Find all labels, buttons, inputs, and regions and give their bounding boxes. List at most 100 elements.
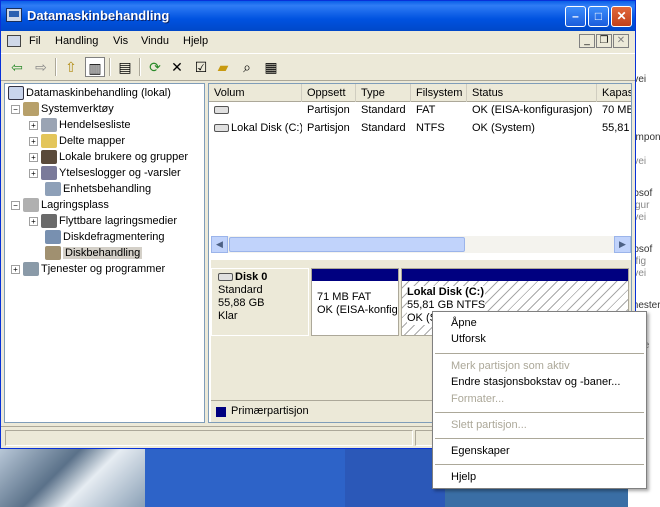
tree-item-local-users[interactable]: + Lokale brukere og grupper — [29, 149, 188, 165]
computer-icon — [6, 8, 22, 22]
desktop-wallpaper-image — [0, 448, 145, 507]
expand-icon[interactable]: + — [11, 264, 20, 274]
menu-help[interactable]: Hjelp — [183, 35, 208, 47]
menu-action[interactable]: Handling — [55, 35, 98, 47]
horizontal-scrollbar[interactable]: ◀ ▶ — [211, 236, 631, 253]
collapse-icon[interactable]: − — [11, 104, 20, 114]
back-arrow-icon[interactable]: ⇦ — [7, 57, 27, 77]
tree-item-root[interactable]: Datamaskinbehandling (lokal) — [8, 85, 171, 101]
toolbar: ⇦ ⇨ ⇧ ▥ ▤ ⟳ ✕ ☑ ▰ ⌕ ▦ — [1, 53, 635, 81]
table-row[interactable]: Partisjon Standard FAT OK (EISA-konfigur… — [209, 102, 631, 119]
menu-file[interactable]: Fil — [29, 35, 41, 47]
tree-item-shared-folders[interactable]: + Delte mapper — [29, 133, 125, 149]
shared-folder-icon — [41, 134, 57, 149]
primary-partition-swatch — [216, 407, 226, 417]
expand-icon[interactable]: + — [29, 136, 38, 146]
partition-title: Lokal Disk (C:) — [407, 286, 486, 299]
tree-item-device-manager[interactable]: Enhetsbehandling — [42, 181, 151, 197]
check-icon[interactable]: ☑ — [191, 57, 211, 77]
menu-item-properties[interactable]: Egenskaper — [451, 445, 510, 457]
primary-partition-bar — [312, 269, 398, 281]
scroll-right-icon[interactable]: ▶ — [614, 236, 631, 253]
device-manager-icon — [45, 182, 61, 197]
child-close-button[interactable]: ✕ — [613, 34, 629, 48]
column-header-type[interactable]: Type — [356, 84, 411, 102]
forward-arrow-icon[interactable]: ⇨ — [31, 57, 51, 77]
column-header-volume[interactable]: Volum — [209, 84, 302, 102]
volume-icon — [214, 124, 229, 133]
tree-item-performance-logs[interactable]: + Ytelseslogger og -varsler — [29, 165, 181, 181]
close-button[interactable]: ✕ — [611, 6, 632, 27]
toolbar-separator — [109, 58, 111, 76]
menu-item-change-drive-letter[interactable]: Endre stasjonsbokstav og -baner... — [451, 376, 620, 388]
tree-item-removable-storage[interactable]: + Flyttbare lagringsmedier — [29, 213, 177, 229]
menu-window[interactable]: Vindu — [141, 35, 169, 47]
users-icon — [41, 150, 57, 165]
menu-item-delete-partition[interactable]: Slett partisjon... — [451, 419, 527, 431]
menu-item-help[interactable]: Hjelp — [451, 471, 476, 483]
partition-fat[interactable]: 71 MB FAT OK (EISA-konfig — [311, 268, 399, 336]
storage-icon — [23, 198, 39, 213]
tree-item-disk-defragmenter[interactable]: Diskdefragmentering — [42, 229, 165, 245]
event-viewer-icon — [41, 118, 57, 133]
column-header-filesystem[interactable]: Filsystem — [411, 84, 467, 102]
collapse-icon[interactable]: − — [11, 200, 20, 210]
disk-icon — [218, 273, 233, 282]
defrag-icon — [45, 230, 61, 245]
tree-item-label: Datamaskinbehandling (lokal) — [26, 87, 171, 99]
expand-icon[interactable]: + — [29, 168, 38, 178]
menu-separator — [435, 438, 644, 439]
partition-size: 71 MB FAT — [317, 291, 372, 303]
performance-icon — [41, 166, 57, 181]
tree-item-disk-management[interactable]: Diskbehandling — [42, 245, 143, 261]
toolbar-separator — [55, 58, 57, 76]
delete-icon[interactable]: ✕ — [167, 57, 187, 77]
tree-item-system-tools[interactable]: − Systemverktøy — [11, 101, 114, 117]
up-folder-icon[interactable]: ⇧ — [61, 57, 81, 77]
menu-item-format[interactable]: Formater... — [451, 393, 504, 405]
column-header-layout[interactable]: Oppsett — [302, 84, 356, 102]
tree-item-services-applications[interactable]: + Tjenester og programmer — [11, 261, 165, 277]
title-bar[interactable]: Datamaskinbehandling – □ ✕ — [1, 1, 635, 31]
status-bar-panel — [5, 430, 413, 446]
console-tree: Datamaskinbehandling (lokal) − Systemverk… — [4, 83, 205, 423]
search-icon[interactable]: ⌕ — [237, 57, 257, 77]
open-folder-icon[interactable]: ▰ — [213, 57, 233, 77]
window-title: Datamaskinbehandling — [27, 8, 170, 23]
tools-icon — [23, 102, 39, 117]
menu-view[interactable]: Vis — [113, 35, 128, 47]
minimize-button[interactable]: – — [565, 6, 586, 27]
disk-properties-icon[interactable]: ▦ — [261, 57, 281, 77]
toolbar-separator — [139, 58, 141, 76]
child-restore-button[interactable]: ❐ — [596, 34, 612, 48]
tree-item-storage[interactable]: − Lagringsplass — [11, 197, 109, 213]
expand-icon[interactable]: + — [29, 120, 38, 130]
menu-item-mark-active[interactable]: Merk partisjon som aktiv — [451, 360, 570, 372]
maximize-button[interactable]: □ — [588, 6, 609, 27]
table-row[interactable]: Lokal Disk (C:) Partisjon Standard NTFS … — [209, 120, 631, 137]
expand-icon[interactable]: + — [29, 216, 38, 226]
services-icon — [23, 262, 39, 277]
system-menu-icon[interactable] — [7, 35, 21, 47]
properties-icon[interactable]: ▤ — [115, 57, 135, 77]
expand-icon[interactable]: + — [29, 152, 38, 162]
child-minimize-button[interactable]: _ — [579, 34, 595, 48]
volume-icon — [214, 106, 229, 115]
scrollbar-thumb[interactable] — [229, 237, 465, 252]
show-hide-tree-icon[interactable]: ▥ — [85, 57, 105, 77]
context-menu: Åpne Utforsk Merk partisjon som aktiv En… — [432, 311, 647, 489]
menu-item-open[interactable]: Åpne — [451, 317, 477, 329]
tree-item-event-viewer[interactable]: + Hendelsesliste — [29, 117, 131, 133]
column-header-status[interactable]: Status — [467, 84, 597, 102]
menu-bar: Fil Handling Vis Vindu Hjelp _ ❐ ✕ — [1, 31, 635, 53]
disk-management-icon — [45, 246, 61, 261]
volume-list-header: Volum Oppsett Type Filsystem Status Kapa… — [209, 84, 631, 102]
menu-separator — [435, 412, 644, 413]
column-header-capacity[interactable]: Kapasi — [597, 84, 631, 102]
disk-0-label[interactable]: Disk 0 Standard 55,88 GB Klar — [211, 268, 309, 336]
refresh-icon[interactable]: ⟳ — [145, 57, 165, 77]
scroll-left-icon[interactable]: ◀ — [211, 236, 228, 253]
computer-icon — [8, 86, 24, 101]
menu-item-explore[interactable]: Utforsk — [451, 333, 486, 345]
desktop-wallpaper-blue — [145, 448, 345, 507]
